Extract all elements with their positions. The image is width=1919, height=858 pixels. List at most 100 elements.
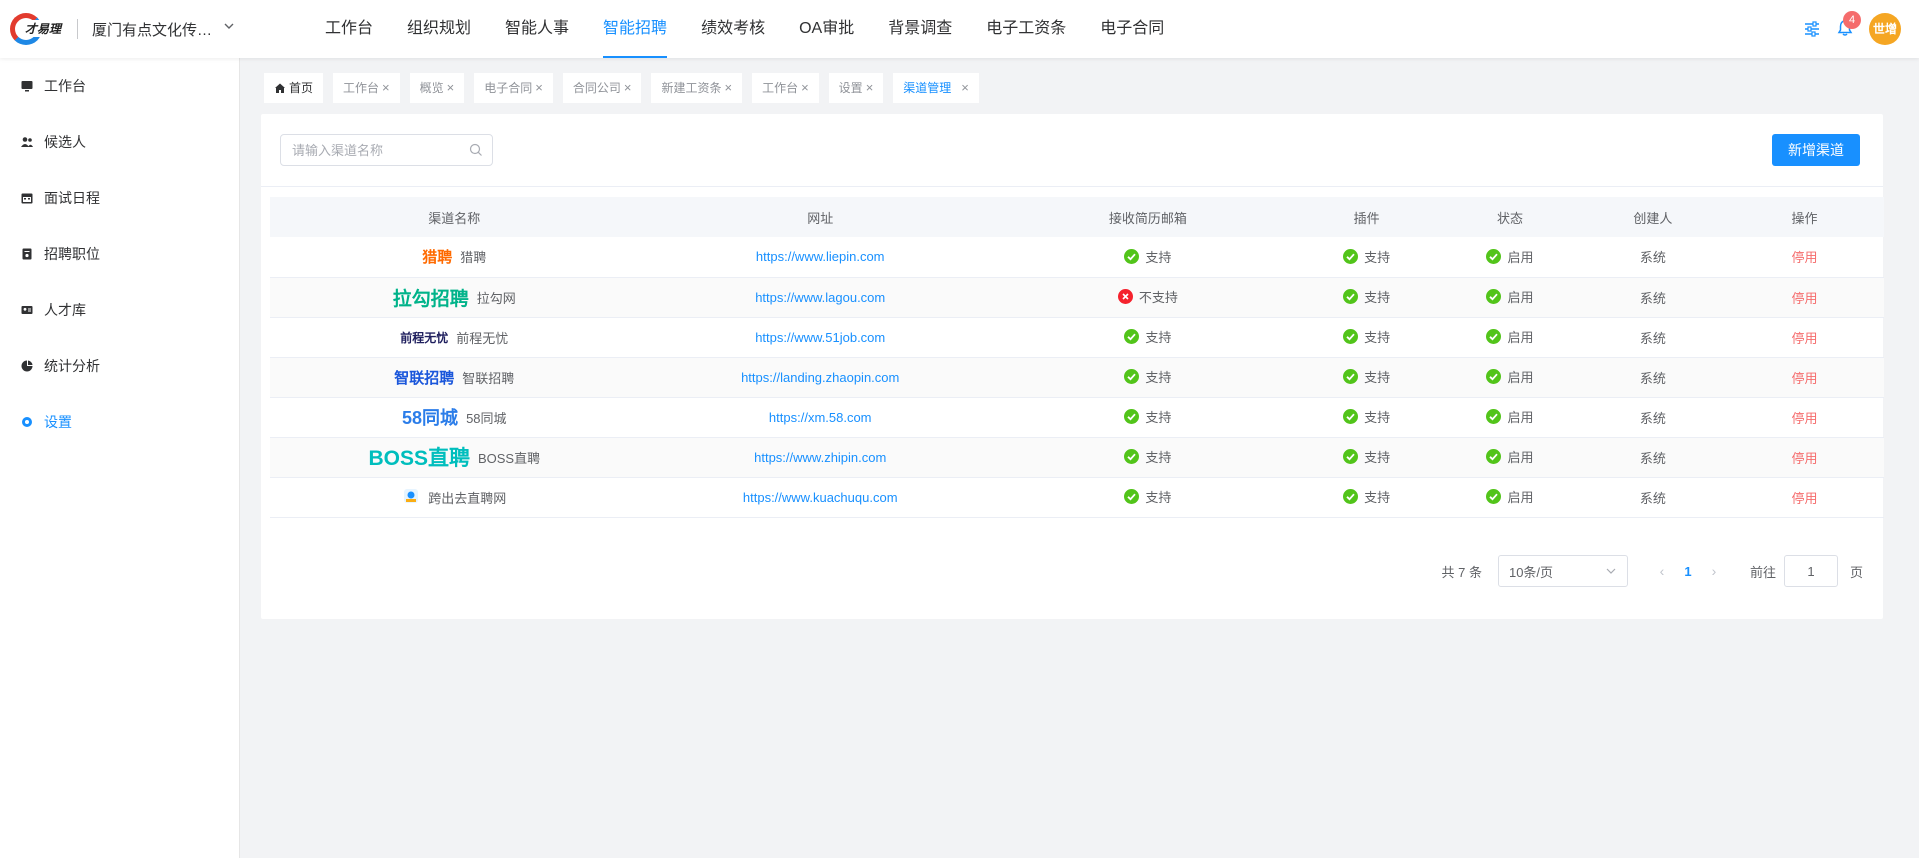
disable-channel-button[interactable]: 停用 (1792, 491, 1818, 506)
chevron-down-icon[interactable] (222, 19, 236, 33)
status-email: 支持 (1124, 367, 1171, 386)
logo-text: 才易理 (24, 20, 62, 37)
check-circle-icon (1343, 329, 1359, 344)
disable-channel-button[interactable]: 停用 (1792, 411, 1818, 426)
channel-name: 猎聘 (460, 250, 487, 266)
search-box (280, 134, 493, 166)
check-circle-icon (1124, 489, 1140, 504)
table-row: 58同城 58同城 https://xm.58.com 支持 支持 启用 系统 停用 (270, 397, 1884, 438)
goto-page-input[interactable] (1783, 555, 1838, 587)
pagination-total: 共 7 条 (1441, 564, 1482, 580)
check-circle-icon (1343, 489, 1359, 504)
sidebar-item-6[interactable]: 设置 (0, 394, 239, 450)
toolbar-divider (261, 186, 1883, 187)
channel-url-link[interactable]: https://landing.zhaopin.com (741, 370, 899, 385)
status-text: 启用 (1507, 290, 1534, 305)
sidebar-item-4[interactable]: 人才库 (0, 282, 239, 338)
channel-name: 58同城 (466, 410, 507, 426)
status-text: 支持 (1364, 450, 1391, 465)
tab-5[interactable]: 新建工资条 × (651, 73, 743, 103)
status-text: 支持 (1364, 330, 1391, 345)
status-text: 支持 (1364, 370, 1391, 385)
channel-name-cell: 拉勾招聘 拉勾网 (270, 284, 639, 311)
tab-7[interactable]: 设置 × (828, 73, 884, 103)
channel-url-link[interactable]: https://www.kuachuqu.com (743, 490, 898, 505)
channel-name: 前程无忧 (456, 330, 509, 346)
status-plugin: 支持 (1343, 367, 1390, 386)
channel-search-input[interactable] (281, 135, 451, 165)
close-icon[interactable]: × (535, 73, 543, 103)
sidebar-item-2[interactable]: 面试日程 (0, 170, 239, 226)
status-text: 支持 (1364, 249, 1391, 265)
disable-channel-button[interactable]: 停用 (1792, 250, 1818, 265)
sidebar-item-1[interactable]: 候选人 (0, 114, 239, 170)
tab-8[interactable]: 渠道管理 × (893, 73, 979, 103)
nav-item-4[interactable]: 绩效考核 (701, 0, 765, 58)
disable-channel-button[interactable]: 停用 (1792, 331, 1818, 346)
status-status: 启用 (1486, 407, 1533, 426)
tab-3[interactable]: 电子合同 × (474, 73, 553, 103)
channel-url-link[interactable]: https://www.lagou.com (755, 290, 885, 305)
table-cell-channel: 智联招聘 智联招聘 (270, 357, 639, 398)
table-cell-url: https://www.liepin.com (638, 237, 1002, 278)
nav-item-5[interactable]: OA审批 (799, 0, 854, 58)
tab-label: 首页 (289, 81, 314, 95)
channel-url-link[interactable]: https://www.51job.com (755, 330, 885, 345)
user-avatar[interactable]: 世增 (1869, 13, 1901, 45)
sidebar-item-label: 面试日程 (44, 190, 100, 206)
disable-channel-button[interactable]: 停用 (1792, 451, 1818, 466)
check-circle-icon (1486, 369, 1502, 384)
tab-2[interactable]: 概览 × (409, 73, 465, 103)
settings-sliders-icon[interactable] (1803, 20, 1821, 38)
nav-item-8[interactable]: 电子合同 (1100, 0, 1164, 58)
tab-0[interactable]: 首页 (264, 73, 324, 103)
nav-item-0[interactable]: 工作台 (325, 0, 373, 58)
add-channel-button[interactable]: 新增渠道 (1772, 134, 1860, 166)
nav-item-3[interactable]: 智能招聘 (603, 0, 668, 58)
table-cell-email: 支持 (1001, 477, 1294, 518)
page-number-current[interactable]: 1 (1672, 564, 1704, 579)
prev-page-chevron-icon[interactable]: ‹ (1652, 563, 1672, 579)
disable-channel-button[interactable]: 停用 (1792, 371, 1818, 386)
sidebar-item-5[interactable]: 统计分析 (0, 338, 239, 394)
nav-item-7[interactable]: 电子工资条 (986, 0, 1066, 58)
close-icon[interactable]: × (624, 73, 632, 103)
tab-1[interactable]: 工作台 × (333, 73, 400, 103)
status-text: 支持 (1364, 410, 1391, 425)
page-unit-label: 页 (1849, 564, 1863, 580)
channel-url-link[interactable]: https://xm.58.com (769, 410, 872, 425)
page-size-select[interactable]: 10条/页 (1497, 555, 1628, 587)
column-header-1: 网址 (638, 197, 1002, 237)
table-cell-email: 支持 (1001, 357, 1294, 398)
status-text: 支持 (1364, 490, 1391, 505)
app-logo[interactable]: 才易理 (10, 13, 62, 45)
check-circle-icon (1343, 289, 1359, 304)
close-icon[interactable]: × (961, 73, 969, 103)
table-cell-channel: 猎聘 猎聘 (270, 237, 639, 278)
channel-name-cell: 猎聘 猎聘 (270, 246, 639, 267)
close-icon[interactable]: × (801, 73, 809, 103)
close-icon[interactable]: × (866, 73, 874, 103)
table-cell-status: 启用 (1439, 397, 1581, 438)
close-icon[interactable]: × (724, 73, 732, 103)
disable-channel-button[interactable]: 停用 (1792, 291, 1818, 306)
check-circle-icon (1124, 248, 1140, 264)
channel-url-link[interactable]: https://www.liepin.com (756, 249, 885, 264)
company-selector[interactable]: 厦门有点文化传… (92, 19, 212, 40)
channel-url-link[interactable]: https://www.zhipin.com (754, 450, 886, 465)
check-circle-icon (1486, 289, 1502, 304)
nav-item-1[interactable]: 组织规划 (407, 0, 471, 58)
tab-6[interactable]: 工作台 × (752, 73, 819, 103)
nav-item-2[interactable]: 智能人事 (505, 0, 569, 58)
sidebar-item-3[interactable]: 招聘职位 (0, 226, 239, 282)
close-icon[interactable]: × (382, 73, 390, 103)
sidebar-item-0[interactable]: 工作台 (0, 58, 239, 114)
table-cell-action: 停用 (1725, 237, 1884, 278)
close-icon[interactable]: × (447, 73, 455, 103)
next-page-chevron-icon[interactable]: › (1704, 563, 1724, 579)
search-icon[interactable] (469, 143, 483, 157)
table-cell-action: 停用 (1725, 397, 1884, 438)
tab-4[interactable]: 合同公司 × (562, 73, 642, 103)
nav-item-6[interactable]: 背景调查 (888, 0, 952, 58)
table-cell-status: 启用 (1439, 477, 1581, 518)
